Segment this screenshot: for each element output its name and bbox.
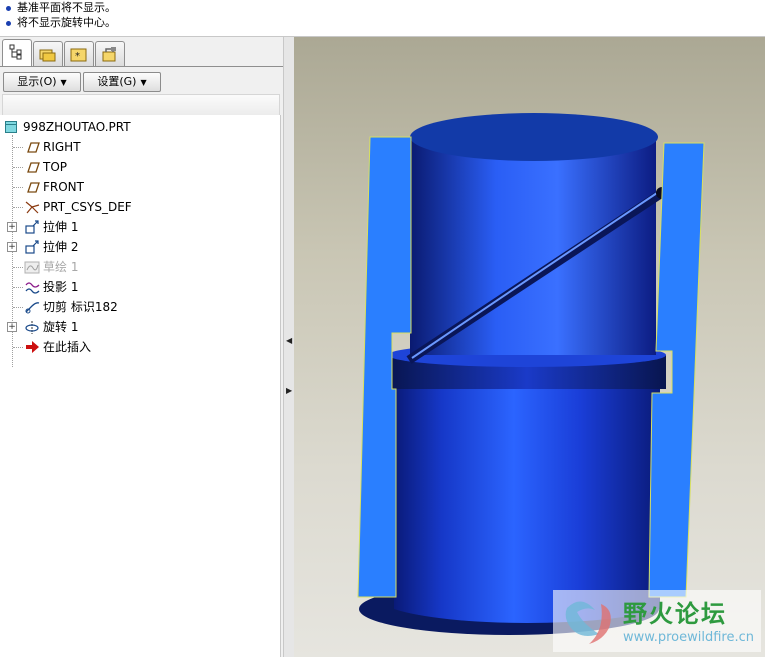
model-tree: 998ZHOUTAO.PRT RIGHT TOP FRONT PRT_CSYS_… [0, 115, 281, 657]
extrude-icon [25, 240, 39, 254]
graphics-window[interactable] [294, 37, 765, 657]
svg-text:*: * [75, 51, 80, 62]
tree-item-label: 旋转 1 [43, 320, 79, 334]
tab-connections[interactable] [95, 41, 125, 66]
show-dropdown[interactable]: 显示(O) ▼ [3, 72, 81, 92]
collapse-left-arrow-icon[interactable]: ◀ [286, 333, 292, 349]
favorites-icon: * [70, 48, 87, 62]
part-icon [5, 121, 17, 133]
expand-toggle-icon[interactable]: + [7, 222, 17, 232]
tree-item-label: RIGHT [43, 140, 81, 154]
tree-item-front[interactable]: FRONT [0, 178, 200, 196]
coordinate-system-icon [25, 201, 40, 214]
datum-plane-icon [27, 162, 40, 173]
watermark-title: 野火论坛 [623, 600, 727, 628]
extrude-icon [25, 220, 39, 234]
tree-item-label: 拉伸 2 [43, 240, 79, 254]
expand-toggle-icon[interactable]: + [7, 322, 17, 332]
tree-connector [13, 187, 23, 188]
tree-connector [13, 287, 23, 288]
tree-connector [13, 207, 23, 208]
tree-column-header [2, 94, 280, 116]
tree-connector [13, 167, 23, 168]
tree-item-label: 投影 1 [43, 280, 79, 294]
navigator-panel: * 显示(O) ▼ 设置(G) ▼ 998ZHOUTAO.PRT RIGHT TOP… [0, 37, 283, 657]
tree-connector [13, 267, 23, 268]
tree-item-label: PRT_CSYS_DEF [43, 200, 132, 214]
tab-favorites[interactable]: * [64, 41, 94, 66]
message-area: 基准平面将不显示。 将不显示旋转中心。 [0, 0, 765, 37]
tree-connector [13, 307, 23, 308]
forum-watermark: 野火论坛 www.proewildfire.cn [553, 590, 761, 652]
tab-divider [0, 66, 283, 67]
tree-item-label: 拉伸 1 [43, 220, 79, 234]
insert-here-arrow-icon [26, 341, 39, 353]
tree-item-csys[interactable]: PRT_CSYS_DEF [0, 198, 200, 216]
tree-item-label: FRONT [43, 180, 84, 194]
bullet-icon [6, 5, 11, 11]
tree-item-label: 草绘 1 [43, 260, 79, 274]
message-line: 将不显示旋转中心。 [6, 16, 116, 30]
connections-icon [102, 47, 116, 62]
message-text: 将不显示旋转中心。 [17, 16, 116, 29]
tab-folder-browser[interactable] [33, 41, 63, 66]
datum-plane-icon [27, 182, 40, 193]
watermark-logo-icon [565, 601, 611, 644]
tree-item-sketch-1[interactable]: 草绘 1 [0, 258, 200, 276]
tree-connector [13, 147, 23, 148]
tab-model-tree[interactable] [2, 39, 32, 67]
watermark-url: www.proewildfire.cn [623, 630, 754, 645]
cut-icon [25, 302, 40, 314]
tree-root-label: 998ZHOUTAO.PRT [23, 120, 131, 134]
sketch-icon [24, 261, 40, 274]
tree-item-projection-1[interactable]: 投影 1 [0, 278, 200, 296]
show-dropdown-label: 显示(O) [17, 75, 57, 88]
tree-item-top[interactable]: TOP [0, 158, 200, 176]
revolve-icon [25, 321, 39, 334]
projection-icon [25, 282, 40, 294]
folder-browser-icon [39, 49, 56, 62]
tree-item-extrude-2[interactable]: + 拉伸 2 [0, 238, 200, 256]
chevron-down-icon: ▼ [60, 78, 67, 87]
tree-item-label: TOP [43, 160, 68, 174]
settings-dropdown-label: 设置(G) [97, 75, 137, 88]
message-line: 基准平面将不显示。 [6, 1, 116, 15]
expand-toggle-icon[interactable]: + [7, 242, 17, 252]
tree-item-insert-here[interactable]: 在此插入 [0, 338, 200, 356]
tree-connector [13, 347, 23, 348]
message-text: 基准平面将不显示。 [17, 1, 116, 14]
tree-item-extrude-1[interactable]: + 拉伸 1 [0, 218, 200, 236]
datum-plane-icon [27, 142, 40, 153]
tree-item-label: 切剪 标识182 [43, 300, 118, 314]
expand-right-arrow-icon[interactable]: ▶ [286, 383, 292, 399]
tree-item-label: 在此插入 [43, 340, 92, 354]
chevron-down-icon: ▼ [140, 78, 147, 87]
tree-item-cut[interactable]: 切剪 标识182 [0, 298, 200, 316]
settings-dropdown[interactable]: 设置(G) ▼ [83, 72, 161, 92]
tree-item-revolve-1[interactable]: + 旋转 1 [0, 318, 200, 336]
bullet-icon [6, 20, 11, 26]
part-model-render [357, 113, 705, 635]
tree-item-right[interactable]: RIGHT [0, 138, 200, 156]
model-tree-icon [9, 44, 22, 60]
